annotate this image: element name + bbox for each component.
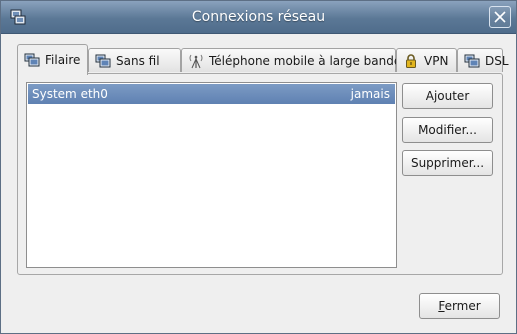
close-icon	[494, 11, 506, 23]
add-button[interactable]: Ajouter	[402, 83, 493, 109]
tab-wireless-label: Sans fil	[116, 53, 160, 68]
wireless-network-icon	[95, 54, 111, 67]
close-window-button[interactable]	[489, 6, 511, 28]
edit-button[interactable]: Modifier...	[402, 117, 493, 143]
tab-mobile-broadband[interactable]: Téléphone mobile à large bande	[181, 48, 401, 72]
connections-list[interactable]: System eth0 jamais	[26, 82, 397, 268]
tab-dsl-label: DSL	[485, 53, 509, 68]
close-button[interactable]: Fermer	[419, 293, 500, 319]
connection-name: System eth0	[32, 87, 108, 101]
tab-wired-label: Filaire	[45, 53, 81, 67]
network-connections-window: Connexions réseau Filaire Sans fil Télép…	[0, 0, 517, 334]
tab-dsl[interactable]: DSL	[457, 48, 509, 72]
lock-icon	[406, 53, 416, 68]
window-title: Connexions réseau	[191, 9, 326, 25]
tab-vpn[interactable]: VPN	[396, 48, 457, 72]
delete-button[interactable]: Supprimer...	[402, 150, 493, 176]
connection-type-tabs: Filaire Sans fil Téléphone mobile à larg…	[17, 44, 509, 75]
tab-mobile-broadband-label: Téléphone mobile à large bande	[209, 53, 402, 68]
tab-wired[interactable]: Filaire	[17, 44, 88, 75]
dsl-network-icon	[464, 54, 480, 67]
mobile-broadband-icon	[189, 54, 203, 68]
tab-wireless[interactable]: Sans fil	[88, 48, 181, 72]
title-bar[interactable]: Connexions réseau	[1, 1, 516, 34]
close-button-label: ermer	[444, 299, 481, 313]
connection-last-used: jamais	[350, 87, 390, 101]
list-item[interactable]: System eth0 jamais	[28, 84, 395, 104]
wired-network-icon	[24, 53, 40, 67]
tab-vpn-label: VPN	[424, 53, 449, 68]
